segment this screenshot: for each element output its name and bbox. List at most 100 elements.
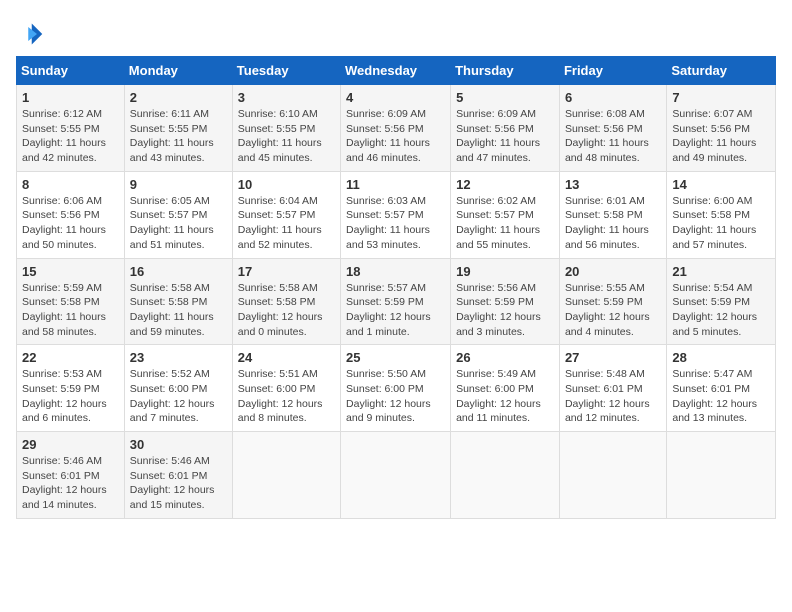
day-detail: Sunrise: 6:00 AMSunset: 5:58 PMDaylight:… bbox=[672, 194, 770, 253]
weekday-header-thursday: Thursday bbox=[451, 57, 560, 85]
day-number: 22 bbox=[22, 350, 119, 365]
day-number: 5 bbox=[456, 90, 554, 105]
day-number: 15 bbox=[22, 264, 119, 279]
day-detail: Sunrise: 5:46 AMSunset: 6:01 PMDaylight:… bbox=[130, 454, 227, 513]
calendar-table: SundayMondayTuesdayWednesdayThursdayFrid… bbox=[16, 56, 776, 519]
day-number: 28 bbox=[672, 350, 770, 365]
calendar-day-cell: 6 Sunrise: 6:08 AMSunset: 5:56 PMDaylight… bbox=[559, 85, 666, 172]
calendar-day-cell: 8 Sunrise: 6:06 AMSunset: 5:56 PMDaylight… bbox=[17, 171, 125, 258]
calendar-day-cell: 12Sunrise: 6:02 AMSunset: 5:57 PMDayligh… bbox=[451, 171, 560, 258]
calendar-day-cell: 27 Sunrise: 5:48 AMSunset: 6:01 PMDayligh… bbox=[559, 345, 666, 432]
calendar-day-cell: 7 Sunrise: 6:07 AMSunset: 5:56 PMDaylight… bbox=[667, 85, 776, 172]
calendar-day-cell: 2 Sunrise: 6:11 AMSunset: 5:55 PMDaylight… bbox=[124, 85, 232, 172]
day-number: 20 bbox=[565, 264, 661, 279]
day-number: 3 bbox=[238, 90, 335, 105]
day-detail: Sunrise: 6:09 AMSunset: 5:56 PMDaylight:… bbox=[346, 107, 445, 166]
calendar-day-cell: 16 Sunrise: 5:58 AMSunset: 5:58 PMDayligh… bbox=[124, 258, 232, 345]
day-number: 2 bbox=[130, 90, 227, 105]
day-number: 26 bbox=[456, 350, 554, 365]
day-detail: Sunrise: 5:49 AMSunset: 6:00 PMDaylight:… bbox=[456, 367, 554, 426]
day-detail: Sunrise: 5:50 AMSunset: 6:00 PMDaylight:… bbox=[346, 367, 445, 426]
day-number: 17 bbox=[238, 264, 335, 279]
day-number: 29 bbox=[22, 437, 119, 452]
day-detail: Sunrise: 5:59 AMSunset: 5:58 PMDaylight:… bbox=[22, 281, 119, 340]
calendar-week-row: 22 Sunrise: 5:53 AMSunset: 5:59 PMDayligh… bbox=[17, 345, 776, 432]
calendar-day-cell: 19 Sunrise: 5:56 AMSunset: 5:59 PMDayligh… bbox=[451, 258, 560, 345]
day-number: 12 bbox=[456, 177, 554, 192]
day-number: 24 bbox=[238, 350, 335, 365]
calendar-day-cell bbox=[341, 432, 451, 519]
day-number: 14 bbox=[672, 177, 770, 192]
weekday-header-wednesday: Wednesday bbox=[341, 57, 451, 85]
day-number: 27 bbox=[565, 350, 661, 365]
day-detail: Sunrise: 5:57 AMSunset: 5:59 PMDaylight:… bbox=[346, 281, 445, 340]
day-number: 9 bbox=[130, 177, 227, 192]
day-detail: Sunrise: 6:12 AMSunset: 5:55 PMDaylight:… bbox=[22, 107, 119, 166]
weekday-header-saturday: Saturday bbox=[667, 57, 776, 85]
calendar-day-cell: 15 Sunrise: 5:59 AMSunset: 5:58 PMDayligh… bbox=[17, 258, 125, 345]
day-number: 11 bbox=[346, 177, 445, 192]
page-header bbox=[16, 16, 776, 48]
day-detail: Sunrise: 5:48 AMSunset: 6:01 PMDaylight:… bbox=[565, 367, 661, 426]
calendar-day-cell: 10Sunrise: 6:04 AMSunset: 5:57 PMDayligh… bbox=[232, 171, 340, 258]
day-number: 16 bbox=[130, 264, 227, 279]
calendar-week-row: 29 Sunrise: 5:46 AMSunset: 6:01 PMDayligh… bbox=[17, 432, 776, 519]
day-detail: Sunrise: 5:53 AMSunset: 5:59 PMDaylight:… bbox=[22, 367, 119, 426]
day-number: 19 bbox=[456, 264, 554, 279]
calendar-day-cell bbox=[559, 432, 666, 519]
day-detail: Sunrise: 6:11 AMSunset: 5:55 PMDaylight:… bbox=[130, 107, 227, 166]
calendar-day-cell: 24Sunrise: 5:51 AMSunset: 6:00 PMDayligh… bbox=[232, 345, 340, 432]
logo-icon bbox=[16, 20, 44, 48]
day-number: 23 bbox=[130, 350, 227, 365]
calendar-day-cell: 23Sunrise: 5:52 AMSunset: 6:00 PMDayligh… bbox=[124, 345, 232, 432]
calendar-day-cell bbox=[232, 432, 340, 519]
day-number: 21 bbox=[672, 264, 770, 279]
calendar-day-cell: 29 Sunrise: 5:46 AMSunset: 6:01 PMDayligh… bbox=[17, 432, 125, 519]
calendar-day-cell: 4 Sunrise: 6:09 AMSunset: 5:56 PMDaylight… bbox=[341, 85, 451, 172]
calendar-header-row: SundayMondayTuesdayWednesdayThursdayFrid… bbox=[17, 57, 776, 85]
day-detail: Sunrise: 6:08 AMSunset: 5:56 PMDaylight:… bbox=[565, 107, 661, 166]
day-number: 6 bbox=[565, 90, 661, 105]
calendar-day-cell: 5 Sunrise: 6:09 AMSunset: 5:56 PMDaylight… bbox=[451, 85, 560, 172]
day-detail: Sunrise: 5:55 AMSunset: 5:59 PMDaylight:… bbox=[565, 281, 661, 340]
calendar-day-cell: 21 Sunrise: 5:54 AMSunset: 5:59 PMDayligh… bbox=[667, 258, 776, 345]
calendar-day-cell: 13Sunrise: 6:01 AMSunset: 5:58 PMDayligh… bbox=[559, 171, 666, 258]
calendar-day-cell: 9 Sunrise: 6:05 AMSunset: 5:57 PMDaylight… bbox=[124, 171, 232, 258]
calendar-day-cell: 25 Sunrise: 5:50 AMSunset: 6:00 PMDayligh… bbox=[341, 345, 451, 432]
day-detail: Sunrise: 6:09 AMSunset: 5:56 PMDaylight:… bbox=[456, 107, 554, 166]
day-detail: Sunrise: 5:54 AMSunset: 5:59 PMDaylight:… bbox=[672, 281, 770, 340]
day-detail: Sunrise: 6:06 AMSunset: 5:56 PMDaylight:… bbox=[22, 194, 119, 253]
calendar-day-cell: 3 Sunrise: 6:10 AMSunset: 5:55 PMDaylight… bbox=[232, 85, 340, 172]
weekday-header-friday: Friday bbox=[559, 57, 666, 85]
day-number: 13 bbox=[565, 177, 661, 192]
calendar-day-cell bbox=[667, 432, 776, 519]
calendar-day-cell: 18 Sunrise: 5:57 AMSunset: 5:59 PMDayligh… bbox=[341, 258, 451, 345]
calendar-day-cell: 30Sunrise: 5:46 AMSunset: 6:01 PMDayligh… bbox=[124, 432, 232, 519]
day-number: 8 bbox=[22, 177, 119, 192]
calendar-week-row: 8 Sunrise: 6:06 AMSunset: 5:56 PMDaylight… bbox=[17, 171, 776, 258]
day-detail: Sunrise: 5:47 AMSunset: 6:01 PMDaylight:… bbox=[672, 367, 770, 426]
calendar-day-cell: 28 Sunrise: 5:47 AMSunset: 6:01 PMDayligh… bbox=[667, 345, 776, 432]
day-detail: Sunrise: 6:10 AMSunset: 5:55 PMDaylight:… bbox=[238, 107, 335, 166]
day-detail: Sunrise: 5:56 AMSunset: 5:59 PMDaylight:… bbox=[456, 281, 554, 340]
calendar-day-cell: 22 Sunrise: 5:53 AMSunset: 5:59 PMDayligh… bbox=[17, 345, 125, 432]
day-number: 25 bbox=[346, 350, 445, 365]
weekday-header-tuesday: Tuesday bbox=[232, 57, 340, 85]
calendar-day-cell: 17Sunrise: 5:58 AMSunset: 5:58 PMDayligh… bbox=[232, 258, 340, 345]
day-number: 4 bbox=[346, 90, 445, 105]
calendar-day-cell: 1 Sunrise: 6:12 AMSunset: 5:55 PMDaylight… bbox=[17, 85, 125, 172]
day-detail: Sunrise: 6:07 AMSunset: 5:56 PMDaylight:… bbox=[672, 107, 770, 166]
day-number: 18 bbox=[346, 264, 445, 279]
day-detail: Sunrise: 5:58 AMSunset: 5:58 PMDaylight:… bbox=[130, 281, 227, 340]
day-detail: Sunrise: 6:05 AMSunset: 5:57 PMDaylight:… bbox=[130, 194, 227, 253]
day-number: 10 bbox=[238, 177, 335, 192]
logo bbox=[16, 20, 48, 48]
day-number: 7 bbox=[672, 90, 770, 105]
day-detail: Sunrise: 5:46 AMSunset: 6:01 PMDaylight:… bbox=[22, 454, 119, 513]
calendar-day-cell bbox=[451, 432, 560, 519]
calendar-week-row: 15 Sunrise: 5:59 AMSunset: 5:58 PMDayligh… bbox=[17, 258, 776, 345]
day-number: 1 bbox=[22, 90, 119, 105]
weekday-header-sunday: Sunday bbox=[17, 57, 125, 85]
weekday-header-monday: Monday bbox=[124, 57, 232, 85]
calendar-day-cell: 11Sunrise: 6:03 AMSunset: 5:57 PMDayligh… bbox=[341, 171, 451, 258]
